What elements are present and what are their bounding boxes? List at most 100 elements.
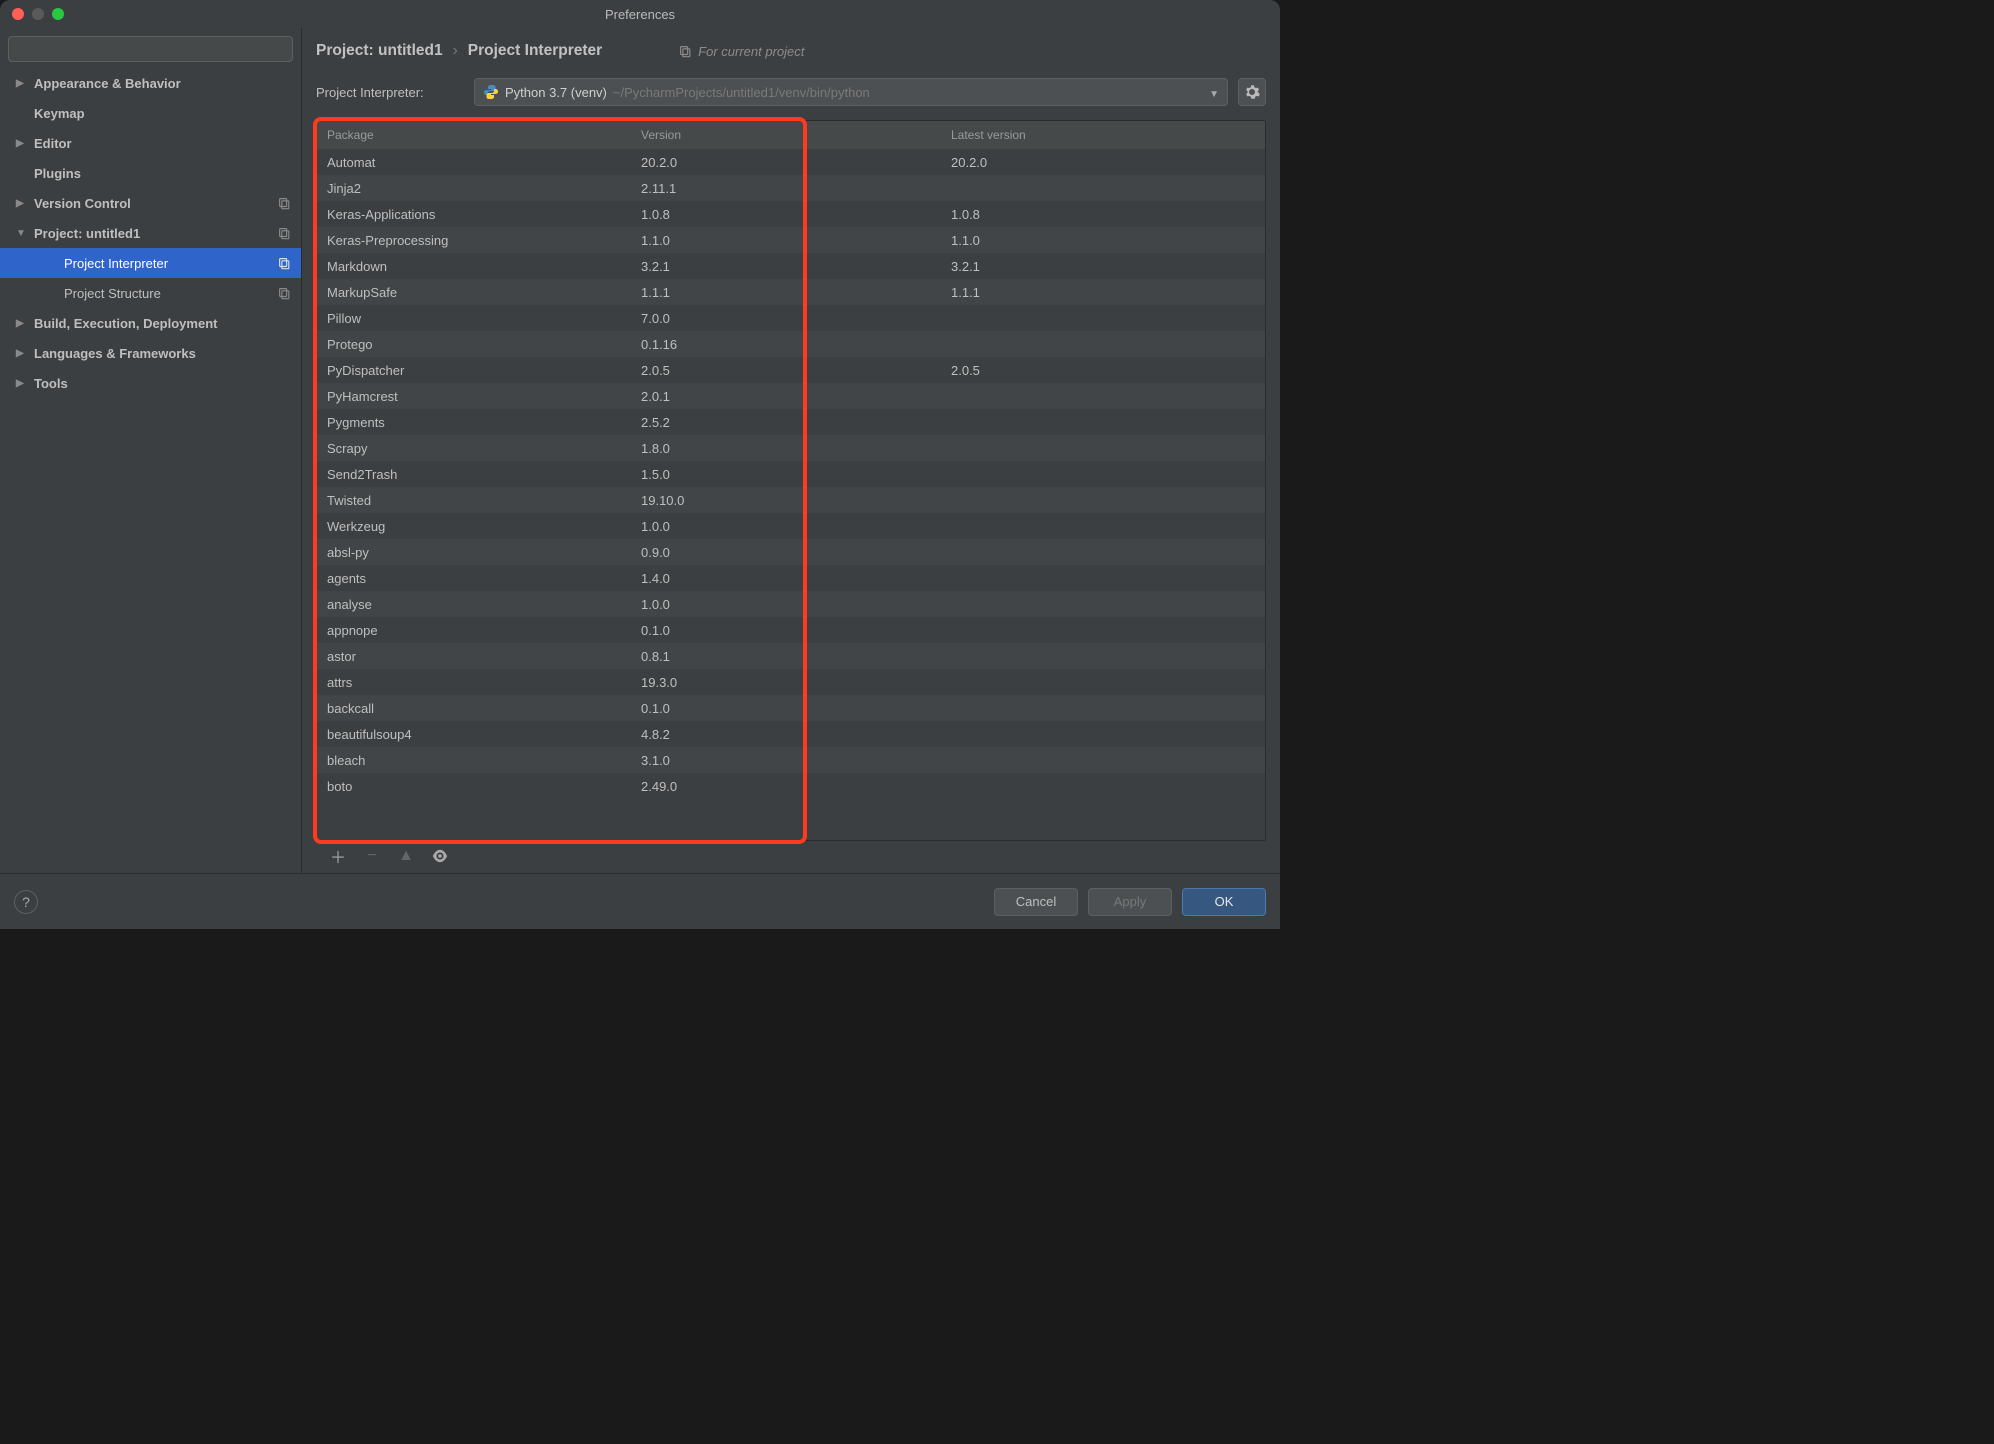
cell-version: 0.1.0 (631, 617, 941, 643)
cell-version: 4.8.2 (631, 721, 941, 747)
cell-version: 1.1.1 (631, 279, 941, 305)
add-package-button[interactable]: ＋ (330, 844, 346, 868)
sidebar-item-build-execution-deployment[interactable]: ▶Build, Execution, Deployment (0, 308, 301, 338)
cancel-button[interactable]: Cancel (994, 888, 1078, 916)
cell-version: 1.1.0 (631, 227, 941, 253)
col-header-version[interactable]: Version (631, 121, 941, 149)
interpreter-select[interactable]: Python 3.7 (venv) ~/PycharmProjects/unti… (474, 78, 1228, 106)
apply-button[interactable]: Apply (1088, 888, 1172, 916)
cell-latest: 1.1.1 (941, 279, 1265, 305)
cell-version: 2.11.1 (631, 175, 941, 201)
for-current-project-label: For current project (678, 44, 804, 59)
sidebar-item-version-control[interactable]: ▶Version Control (0, 188, 301, 218)
sidebar-item-plugins[interactable]: Plugins (0, 158, 301, 188)
cell-package: appnope (317, 617, 631, 643)
chevron-right-icon: ▶ (16, 348, 28, 359)
search-input[interactable] (8, 36, 293, 62)
cell-version: 2.49.0 (631, 773, 941, 799)
sidebar-item-tools[interactable]: ▶Tools (0, 368, 301, 398)
maximize-window-button[interactable] (52, 8, 64, 20)
cell-latest (941, 617, 1265, 643)
sidebar-item-languages-frameworks[interactable]: ▶Languages & Frameworks (0, 338, 301, 368)
cell-latest (941, 435, 1265, 461)
close-window-button[interactable] (12, 8, 24, 20)
table-row[interactable]: backcall0.1.0 (317, 695, 1265, 721)
cell-latest: 2.0.5 (941, 357, 1265, 383)
table-row[interactable]: Pillow7.0.0 (317, 305, 1265, 331)
settings-tree: ▶Appearance & BehaviorKeymap▶EditorPlugi… (0, 68, 301, 873)
chevron-right-icon: ▶ (16, 198, 28, 209)
show-early-releases-button[interactable] (432, 849, 448, 863)
col-header-latest[interactable]: Latest version (941, 121, 1265, 149)
remove-package-button[interactable]: − (364, 847, 380, 865)
cell-latest (941, 305, 1265, 331)
cell-latest (941, 383, 1265, 409)
table-row[interactable]: agents1.4.0 (317, 565, 1265, 591)
sidebar-item-keymap[interactable]: Keymap (0, 98, 301, 128)
cell-latest (941, 721, 1265, 747)
packages-table: Package Version Latest version Automat20… (316, 120, 1266, 841)
cell-latest (941, 539, 1265, 565)
window-title: Preferences (0, 7, 1280, 22)
table-row[interactable]: Pygments2.5.2 (317, 409, 1265, 435)
cell-package: beautifulsoup4 (317, 721, 631, 747)
interpreter-settings-button[interactable] (1238, 78, 1266, 106)
sidebar-item-project-untitled1[interactable]: ▼ Project: untitled1 (0, 218, 301, 248)
sidebar: ▶Appearance & BehaviorKeymap▶EditorPlugi… (0, 28, 302, 873)
table-row[interactable]: attrs19.3.0 (317, 669, 1265, 695)
table-row[interactable]: analyse1.0.0 (317, 591, 1265, 617)
sidebar-item-appearance-behavior[interactable]: ▶Appearance & Behavior (0, 68, 301, 98)
chevron-right-icon: ▶ (16, 378, 28, 389)
breadcrumb-parent[interactable]: Project: untitled1 (316, 42, 443, 60)
table-row[interactable]: PyHamcrest2.0.1 (317, 383, 1265, 409)
table-row[interactable]: Send2Trash1.5.0 (317, 461, 1265, 487)
cell-package: boto (317, 773, 631, 799)
upgrade-package-button[interactable]: ▲ (398, 847, 414, 865)
cell-latest (941, 565, 1265, 591)
cell-package: Send2Trash (317, 461, 631, 487)
chevron-down-icon: ▼ (16, 228, 28, 239)
cell-package: absl-py (317, 539, 631, 565)
table-row[interactable]: Scrapy1.8.0 (317, 435, 1265, 461)
cell-package: Werkzeug (317, 513, 631, 539)
table-row[interactable]: Markdown3.2.13.2.1 (317, 253, 1265, 279)
table-row[interactable]: astor0.8.1 (317, 643, 1265, 669)
table-row[interactable]: MarkupSafe1.1.11.1.1 (317, 279, 1265, 305)
cell-version: 1.5.0 (631, 461, 941, 487)
breadcrumb-separator: › (453, 42, 458, 60)
table-row[interactable]: Protego0.1.16 (317, 331, 1265, 357)
cell-package: MarkupSafe (317, 279, 631, 305)
sidebar-item-label: Project Interpreter (64, 256, 168, 271)
sidebar-item-label: Appearance & Behavior (34, 76, 181, 91)
dialog-footer: ? Cancel Apply OK (0, 873, 1280, 929)
cell-package: attrs (317, 669, 631, 695)
sidebar-item-label: Editor (34, 136, 72, 151)
breadcrumb-child: Project Interpreter (468, 42, 602, 60)
cell-package: PyDispatcher (317, 357, 631, 383)
table-row[interactable]: Automat20.2.020.2.0 (317, 149, 1265, 175)
minimize-window-button[interactable] (32, 8, 44, 20)
table-row[interactable]: PyDispatcher2.0.52.0.5 (317, 357, 1265, 383)
cell-version: 0.1.16 (631, 331, 941, 357)
sidebar-item-project-interpreter[interactable]: Project Interpreter (0, 248, 301, 278)
table-row[interactable]: Keras-Preprocessing1.1.01.1.0 (317, 227, 1265, 253)
table-row[interactable]: Werkzeug1.0.0 (317, 513, 1265, 539)
cell-package: Protego (317, 331, 631, 357)
sidebar-item-project-structure[interactable]: Project Structure (0, 278, 301, 308)
help-button[interactable]: ? (14, 890, 38, 914)
sidebar-item-label: Project: untitled1 (34, 226, 140, 241)
table-row[interactable]: appnope0.1.0 (317, 617, 1265, 643)
table-row[interactable]: Jinja22.11.1 (317, 175, 1265, 201)
table-row[interactable]: bleach3.1.0 (317, 747, 1265, 773)
col-header-package[interactable]: Package (317, 121, 631, 149)
table-row[interactable]: absl-py0.9.0 (317, 539, 1265, 565)
chevron-right-icon: ▶ (16, 138, 28, 149)
table-row[interactable]: Keras-Applications1.0.81.0.8 (317, 201, 1265, 227)
sidebar-item-editor[interactable]: ▶ Editor (0, 128, 301, 158)
ok-button[interactable]: OK (1182, 888, 1266, 916)
table-row[interactable]: boto2.49.0 (317, 773, 1265, 799)
sidebar-item-label: Plugins (34, 166, 81, 181)
table-row[interactable]: Twisted19.10.0 (317, 487, 1265, 513)
table-row[interactable]: beautifulsoup44.8.2 (317, 721, 1265, 747)
cell-version: 2.0.5 (631, 357, 941, 383)
